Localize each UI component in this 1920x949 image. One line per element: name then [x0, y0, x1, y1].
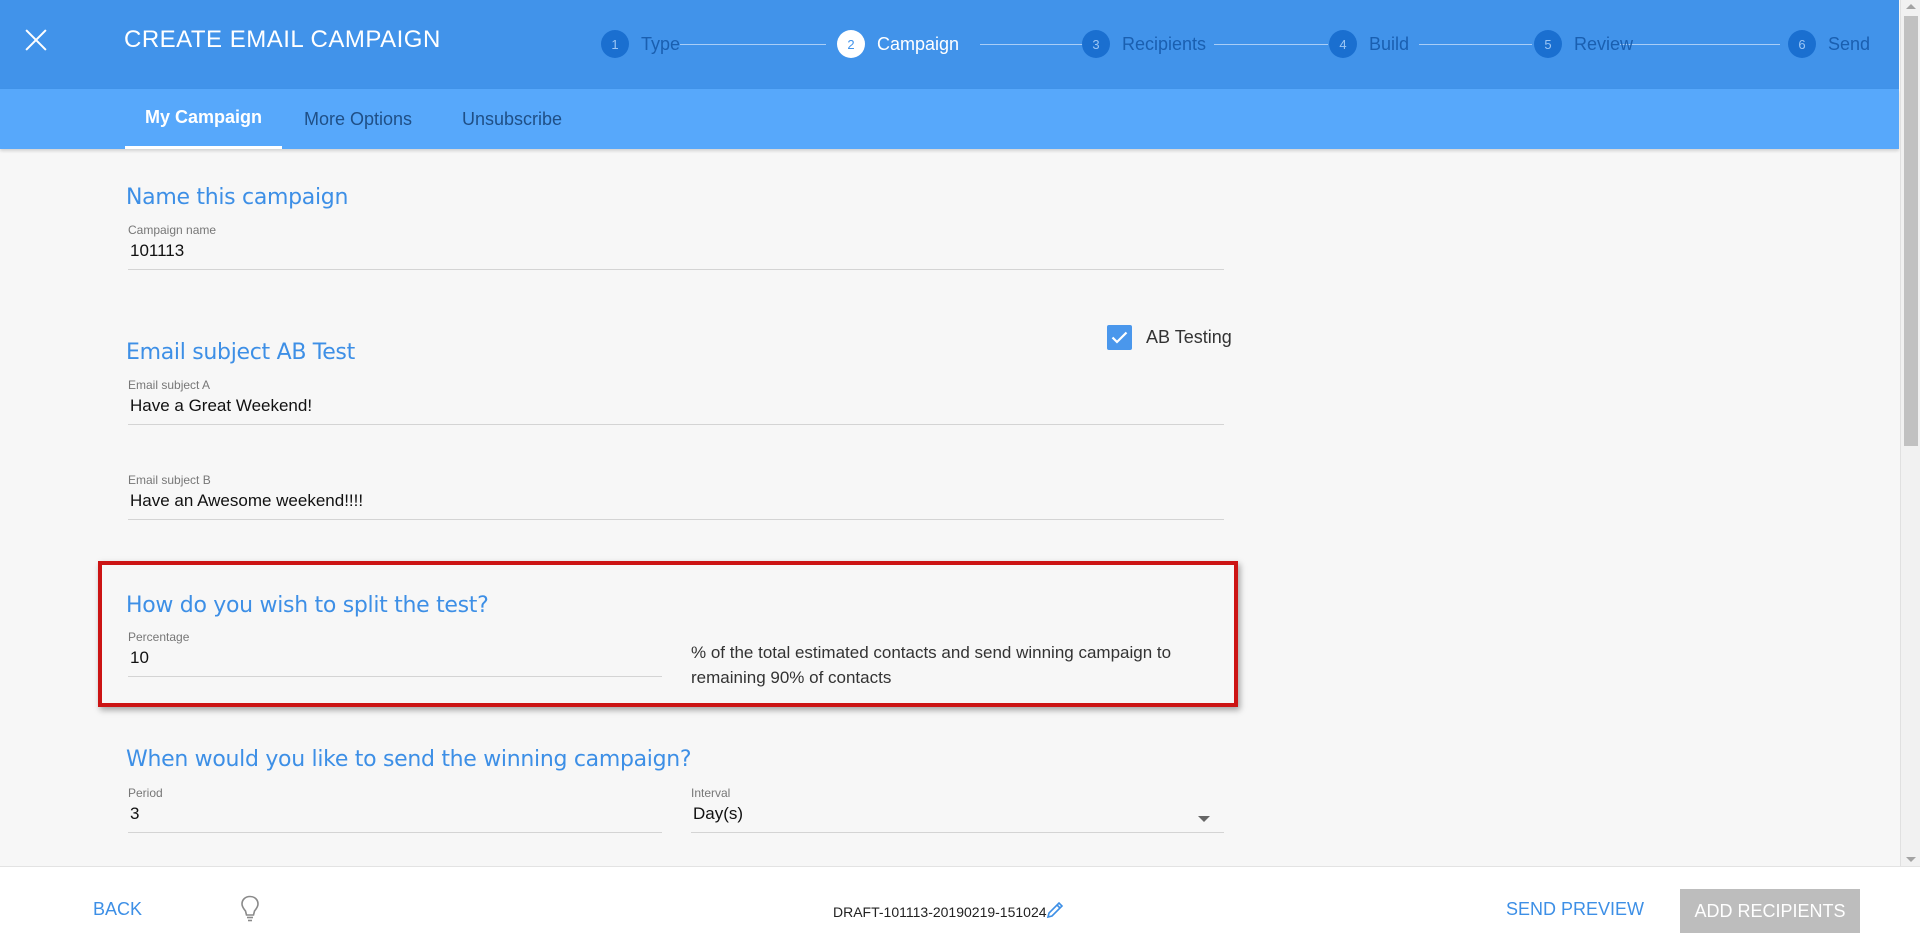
- step-build[interactable]: 4 Build: [1329, 30, 1409, 58]
- header-bar: CREATE EMAIL CAMPAIGN 1 Type 2 Campaign …: [0, 0, 1899, 89]
- step-connector: [680, 44, 826, 45]
- period-field: Period: [128, 786, 662, 833]
- email-subject-b-input[interactable]: [128, 487, 1224, 520]
- step-connector: [1419, 44, 1532, 45]
- tab-unsubscribe[interactable]: Unsubscribe: [442, 89, 582, 149]
- back-button[interactable]: BACK: [93, 899, 142, 920]
- checkbox-checked-icon[interactable]: [1107, 325, 1132, 350]
- step-send[interactable]: 6 Send: [1788, 30, 1870, 58]
- add-recipients-button[interactable]: ADD RECIPIENTS: [1680, 889, 1860, 933]
- percentage-label: Percentage: [128, 630, 190, 644]
- email-subject-b-field: Email subject B: [128, 473, 1224, 520]
- step-connector: [980, 44, 1084, 45]
- winning-campaign-heading: When would you like to send the winning …: [126, 747, 692, 772]
- step-campaign[interactable]: 2 Campaign: [837, 30, 959, 58]
- interval-label: Interval: [691, 786, 731, 800]
- split-test-heading: How do you wish to split the test?: [126, 593, 489, 618]
- step-number: 3: [1082, 30, 1110, 58]
- tab-bar: My Campaign More Options Unsubscribe: [0, 89, 1899, 149]
- interval-field[interactable]: Interval: [691, 786, 1224, 833]
- step-number: 4: [1329, 30, 1357, 58]
- period-input[interactable]: [128, 800, 662, 833]
- draft-name: DRAFT-101113-20190219-151024: [833, 904, 1047, 920]
- email-subject-a-input[interactable]: [128, 392, 1224, 425]
- tab-more-options[interactable]: More Options: [284, 89, 432, 149]
- step-type[interactable]: 1 Type: [601, 30, 680, 58]
- interval-select[interactable]: [691, 800, 1224, 833]
- step-review[interactable]: 5 Review: [1534, 30, 1633, 58]
- page-title: CREATE EMAIL CAMPAIGN: [124, 26, 441, 53]
- email-subject-a-label: Email subject A: [128, 378, 211, 392]
- split-description: % of the total estimated contacts and se…: [691, 643, 1172, 687]
- ab-testing-label: AB Testing: [1146, 327, 1232, 347]
- step-label: Type: [641, 33, 681, 54]
- scroll-up-icon[interactable]: [1906, 4, 1916, 9]
- step-label: Review: [1574, 33, 1634, 54]
- footer-bar: BACK DRAFT-101113-20190219-151024 SEND P…: [0, 866, 1920, 949]
- step-label: Build: [1369, 33, 1410, 54]
- period-label: Period: [128, 786, 163, 800]
- campaign-name-field: Campaign name: [128, 223, 1224, 270]
- scroll-down-icon[interactable]: [1906, 857, 1916, 862]
- lightbulb-icon[interactable]: [240, 895, 260, 923]
- step-label: Recipients: [1122, 33, 1207, 54]
- campaign-name-heading: Name this campaign: [126, 185, 349, 210]
- step-recipients[interactable]: 3 Recipients: [1082, 30, 1206, 58]
- percentage-field: Percentage: [128, 630, 662, 677]
- scroll-thumb[interactable]: [1904, 16, 1918, 446]
- email-subject-heading: Email subject AB Test: [126, 340, 355, 365]
- edit-pencil-icon[interactable]: [1045, 900, 1065, 920]
- campaign-name-input[interactable]: [128, 237, 1224, 270]
- step-number: 2: [837, 30, 865, 58]
- step-label: Send: [1828, 33, 1871, 54]
- tab-my-campaign[interactable]: My Campaign: [125, 89, 283, 149]
- dropdown-caret-icon[interactable]: [1198, 816, 1210, 822]
- vertical-scrollbar[interactable]: [1900, 0, 1920, 866]
- step-number: 5: [1534, 30, 1562, 58]
- step-number: 6: [1788, 30, 1816, 58]
- step-label: Campaign: [877, 33, 960, 54]
- send-preview-button[interactable]: SEND PREVIEW: [1506, 899, 1644, 920]
- email-subject-b-label: Email subject B: [128, 473, 211, 487]
- campaign-name-label: Campaign name: [128, 223, 217, 237]
- step-number: 1: [601, 30, 629, 58]
- close-icon[interactable]: [22, 26, 50, 54]
- step-connector: [1620, 44, 1780, 45]
- percentage-input[interactable]: [128, 644, 662, 677]
- step-progress: 1 Type 2 Campaign 3 Recipients 4 Build 5…: [600, 30, 1872, 60]
- step-connector: [1214, 44, 1328, 45]
- ab-testing-toggle[interactable]: AB Testing: [1107, 325, 1232, 350]
- email-subject-a-field: Email subject A: [128, 378, 1224, 425]
